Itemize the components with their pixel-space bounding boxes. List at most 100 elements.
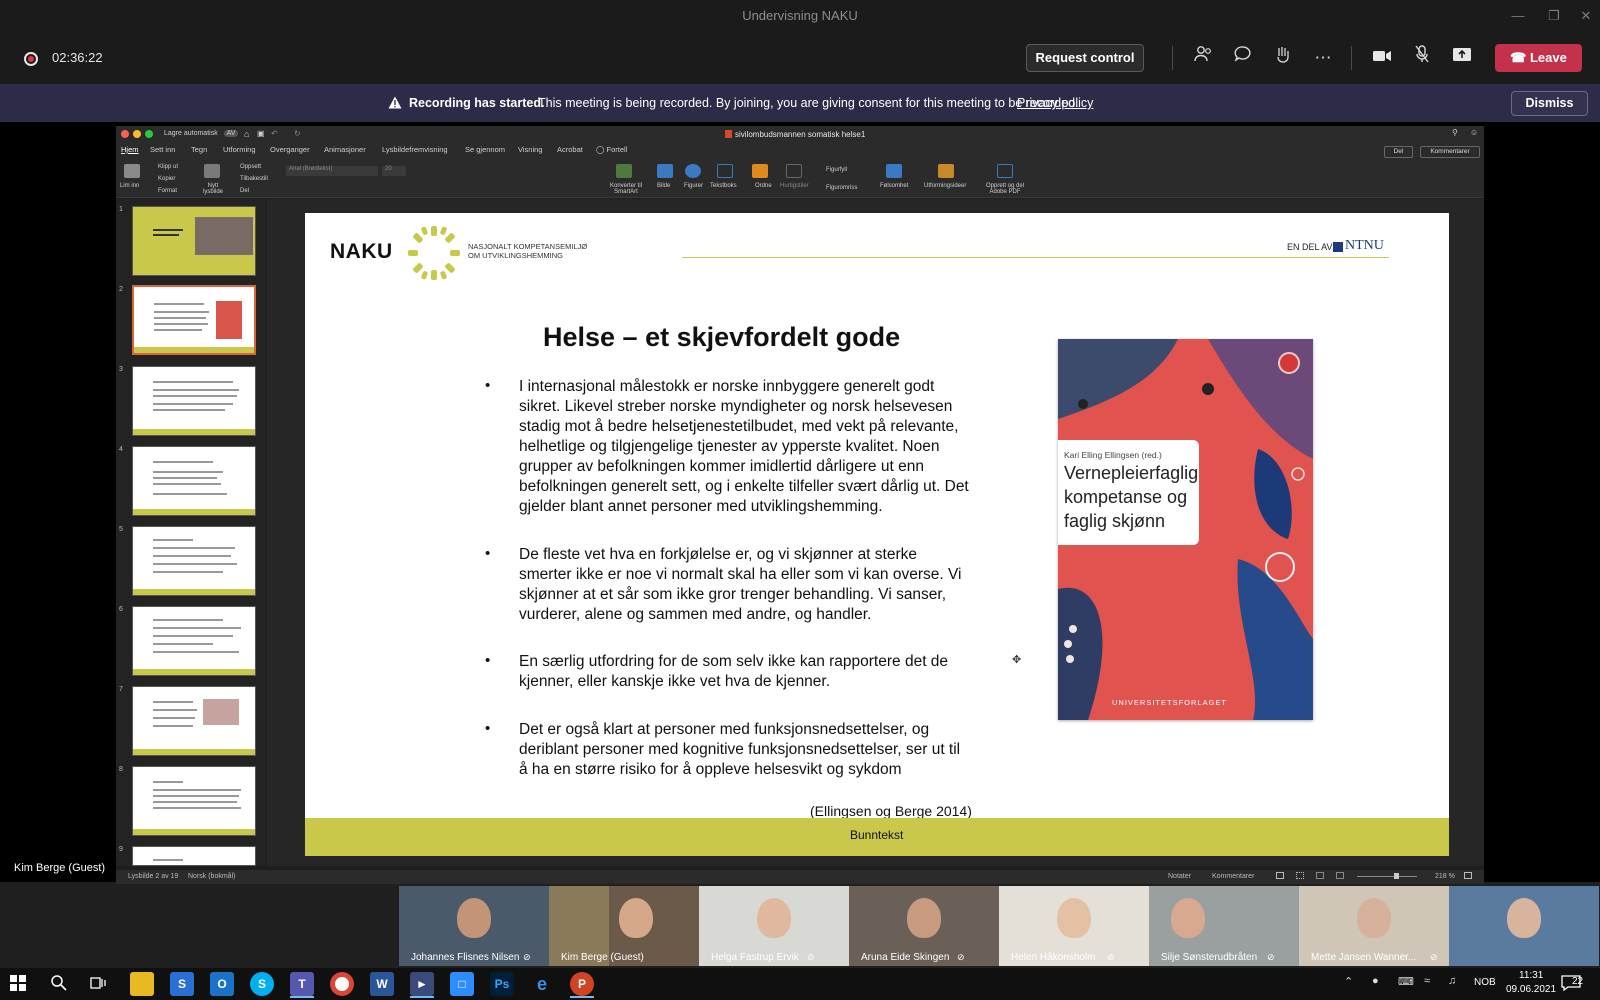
task-view-icon[interactable]: [90, 975, 106, 996]
copy-button[interactable]: Kopier: [158, 176, 175, 182]
teams-icon[interactable]: T: [290, 972, 314, 996]
slideshow-icon[interactable]: [1336, 872, 1344, 879]
photoshop-icon[interactable]: Ps: [490, 972, 514, 996]
share-button[interactable]: Del: [1384, 146, 1413, 158]
chat-icon[interactable]: [1229, 45, 1257, 71]
fit-to-window-icon[interactable]: [1464, 872, 1472, 879]
shape-fill-button[interactable]: Figurfyll: [826, 167, 847, 173]
close-icon[interactable]: ✕: [1568, 0, 1600, 32]
home-icon[interactable]: ⌂: [244, 129, 249, 139]
slide-thumbnail[interactable]: [132, 366, 256, 436]
participant-tile[interactable]: Silje Sønsterudbråten ⊘: [1149, 886, 1299, 966]
undo-icon[interactable]: ↶: [271, 129, 278, 138]
request-control-button[interactable]: Request control: [1026, 44, 1144, 72]
participants-icon[interactable]: [1189, 45, 1217, 71]
file-explorer-icon[interactable]: [130, 972, 154, 996]
participant-tile[interactable]: Aruna Eide Skingen ⊘: [849, 886, 999, 966]
minimize-icon[interactable]: —: [1500, 0, 1536, 32]
volume-icon[interactable]: ♫: [1448, 975, 1456, 987]
participant-tile[interactable]: Helen Håkonsholm ⊘: [999, 886, 1149, 966]
tab-animasjoner[interactable]: Animasjoner: [324, 145, 366, 154]
powerpoint-icon[interactable]: P: [570, 972, 594, 996]
mac-minimize-icon[interactable]: [133, 130, 141, 138]
font-size-select[interactable]: 20: [382, 166, 406, 176]
reset-button[interactable]: Tilbakestill: [240, 176, 268, 182]
zoom-slider[interactable]: [1357, 876, 1417, 877]
new-slide-icon[interactable]: [204, 164, 220, 178]
participant-tile[interactable]: Helga Fastrup Ervik ⊘: [699, 886, 849, 966]
tab-acrobat[interactable]: Acrobat: [557, 145, 583, 154]
paste-icon[interactable]: [124, 164, 140, 178]
skype-icon[interactable]: S: [250, 972, 274, 996]
clock-date[interactable]: 09.06.2021: [1506, 984, 1556, 995]
participant-tile[interactable]: Johannes Flisnes Nilsen ⊘: [399, 886, 549, 966]
leave-button[interactable]: ☎ Leave: [1495, 44, 1582, 72]
chrome-icon[interactable]: [330, 972, 354, 996]
format-painter-button[interactable]: Format: [158, 188, 177, 194]
slide-thumbnail[interactable]: [132, 526, 256, 596]
tab-utforming[interactable]: Utforming: [223, 145, 256, 154]
section-button[interactable]: Del: [240, 188, 249, 194]
mac-zoom-icon[interactable]: [145, 130, 153, 138]
tab-tegn[interactable]: Tegn: [191, 145, 207, 154]
font-name-select[interactable]: Arial (Brødtekst): [286, 166, 378, 176]
reading-view-icon[interactable]: [1316, 872, 1324, 879]
reactions-icon[interactable]: [1269, 45, 1297, 71]
tray-overflow-icon[interactable]: ⌃: [1344, 975, 1353, 988]
internet-explorer-icon[interactable]: e: [530, 972, 554, 996]
tab-se-gjennom[interactable]: Se gjennom: [465, 145, 505, 154]
participant-tile[interactable]: [1449, 886, 1599, 966]
presenter-app-icon[interactable]: ►: [410, 972, 434, 996]
slide-thumbnail[interactable]: [132, 606, 256, 676]
tab-lysbildefremvisning[interactable]: Lysbildefremvisning: [382, 145, 448, 154]
share-screen-icon[interactable]: [1448, 45, 1476, 71]
smartart-icon[interactable]: [616, 164, 632, 178]
mac-close-icon[interactable]: [121, 130, 129, 138]
arrange-icon[interactable]: [752, 164, 768, 178]
picture-icon[interactable]: [657, 164, 673, 178]
tab-sett-inn[interactable]: Sett inn: [150, 145, 175, 154]
participant-tile[interactable]: Mette Jansen Wanner... ⊘: [1299, 886, 1449, 966]
slide-thumbnail[interactable]: [132, 446, 256, 516]
slide-thumbnail[interactable]: [132, 686, 256, 756]
outlook-icon[interactable]: O: [210, 972, 234, 996]
search-taskbar-icon[interactable]: [50, 974, 68, 997]
camera-icon[interactable]: [1368, 45, 1396, 71]
tab-visning[interactable]: Visning: [518, 145, 542, 154]
slide-sorter-icon[interactable]: [1296, 872, 1304, 879]
clock-time[interactable]: 11:31: [1519, 970, 1543, 981]
slide-thumbnail-selected[interactable]: [132, 285, 256, 355]
skype-business-icon[interactable]: S: [170, 972, 194, 996]
participant-tile[interactable]: Kim Berge (Guest): [549, 886, 699, 966]
design-ideas-icon[interactable]: [938, 164, 954, 178]
tray-keyboard-icon[interactable]: ⌨: [1398, 975, 1414, 988]
microphone-muted-icon[interactable]: [1408, 45, 1436, 71]
redo-icon[interactable]: ↻: [294, 129, 301, 138]
adobe-pdf-icon[interactable]: [997, 164, 1013, 178]
word-icon[interactable]: W: [370, 972, 394, 996]
shapes-icon[interactable]: [685, 164, 701, 178]
shape-outline-button[interactable]: Figuromriss: [826, 185, 857, 191]
slide-thumbnail[interactable]: [132, 846, 256, 866]
cut-button[interactable]: Klipp ut: [158, 164, 178, 170]
save-icon[interactable]: ▣: [257, 129, 265, 138]
normal-view-icon[interactable]: [1276, 872, 1284, 879]
privacy-policy-link[interactable]: Privacy policy: [1017, 96, 1093, 110]
tab-hjem[interactable]: Hjem: [121, 145, 139, 154]
slide-thumbnail[interactable]: [132, 766, 256, 836]
zoom-level[interactable]: 218 %: [1435, 873, 1455, 880]
comments-button[interactable]: Kommentarer: [1420, 146, 1480, 158]
tab-fortell[interactable]: ◯ Fortell: [596, 145, 627, 154]
windows-start-icon[interactable]: [10, 975, 26, 996]
notes-button[interactable]: Notater: [1168, 873, 1191, 880]
quick-styles-icon[interactable]: [786, 164, 802, 178]
language-indicator[interactable]: Norsk (bokmål): [188, 873, 235, 880]
status-comments-button[interactable]: Kommentarer: [1212, 873, 1254, 880]
autosave-toggle[interactable]: Lagre automatisk AV: [164, 130, 239, 137]
slide-thumbnail[interactable]: [132, 206, 256, 276]
layout-button[interactable]: Oppsett: [240, 164, 261, 170]
profile-icon[interactable]: ☺: [1470, 128, 1478, 137]
more-options-icon[interactable]: ⋯: [1309, 45, 1337, 71]
zoom-slider-thumb[interactable]: [1394, 873, 1399, 879]
search-icon[interactable]: ⚲: [1452, 128, 1458, 137]
